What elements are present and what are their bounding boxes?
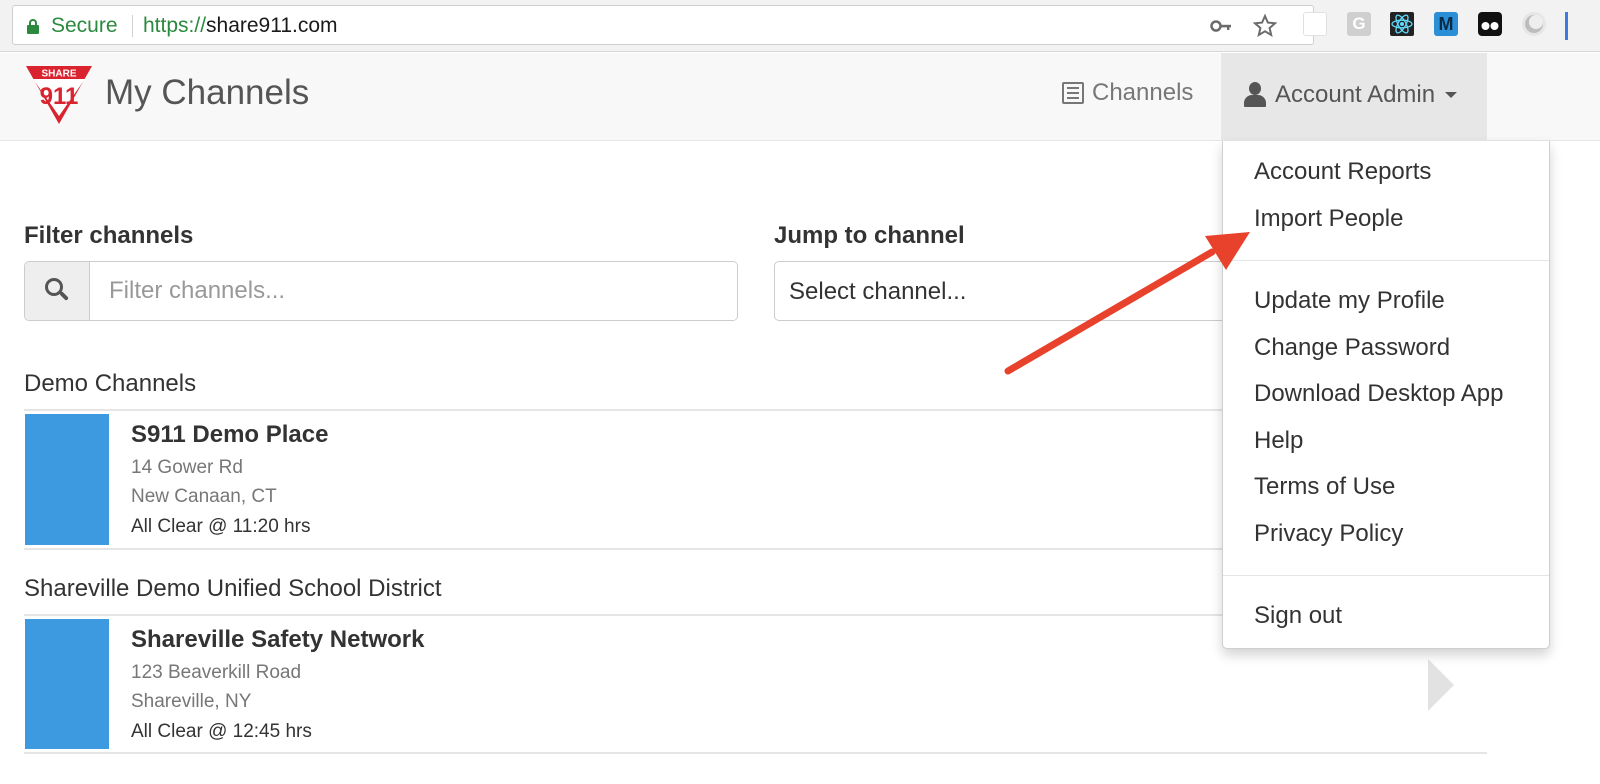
nav-channels-label: Channels [1092,79,1194,106]
jump-to-channel-select[interactable]: Select channel... [774,261,1234,321]
divider [24,752,1487,754]
menu-item-download-desktop-app[interactable]: Download Desktop App [1254,380,1504,408]
channel-address-line2: New Canaan, CT [131,486,277,507]
menu-divider [1223,260,1549,261]
search-addon [25,262,90,320]
key-icon[interactable] [1209,14,1233,43]
account-dropdown-menu: Account Reports Import People Update my … [1222,141,1550,649]
circle-extension-icon[interactable] [1522,12,1546,36]
logo-share-text: SHARE [41,69,76,80]
react-extension-icon[interactable] [1390,12,1414,36]
menu-item-help[interactable]: Help [1254,427,1303,455]
user-icon [1243,82,1267,108]
caret-down-icon [1445,92,1458,98]
channel-address-line2: Shareville, NY [131,691,252,712]
channel-name[interactable]: Shareville Safety Network [131,626,424,654]
browser-toolbar: Secure https://share911.com G M [0,0,1600,52]
channel-color-swatch [25,619,109,749]
logo-911-text: 911 [40,83,79,110]
g-extension-icon[interactable]: G [1347,12,1371,36]
blank-extension-icon[interactable] [1303,12,1327,36]
channel-color-swatch [25,414,109,545]
address-bar[interactable]: Secure https://share911.com [12,5,1314,45]
page-title: My Channels [105,73,310,112]
glasses-extension-icon[interactable] [1478,12,1502,36]
url-separator [132,15,133,37]
filter-channels-input[interactable] [91,262,737,320]
group-title: Shareville Demo Unified School District [24,575,442,602]
group-title: Demo Channels [24,370,197,397]
list-icon [1062,82,1084,104]
channel-name[interactable]: S911 Demo Place [131,421,328,449]
account-admin-label: Account Admin [1275,81,1436,108]
menu-item-change-password[interactable]: Change Password [1254,334,1450,362]
toolbar-edge [1565,12,1568,40]
m-extension-icon[interactable]: M [1434,12,1458,36]
secure-label: Secure [51,14,118,37]
channel-address-line1: 123 Beaverkill Road [131,662,302,683]
menu-item-import-people[interactable]: Import People [1254,205,1403,233]
menu-item-privacy-policy[interactable]: Privacy Policy [1254,520,1403,548]
chevron-right-icon[interactable] [1428,659,1454,711]
menu-divider [1223,575,1549,576]
search-icon [45,278,69,302]
menu-item-update-profile[interactable]: Update my Profile [1254,287,1445,315]
channel-status: All Clear @ 11:20 hrs [131,516,311,537]
lock-icon [27,19,39,34]
jump-to-channel-label: Jump to channel [774,222,965,249]
app-navbar: SHARE 911 My Channels Channels Account A… [0,53,1600,141]
jump-to-channel-value: Select channel... [789,278,967,305]
account-admin-menu[interactable]: Account Admin [1221,53,1487,141]
menu-item-terms-of-use[interactable]: Terms of Use [1254,473,1395,501]
share911-logo[interactable]: SHARE 911 [24,64,94,126]
url-text[interactable]: https://share911.com [143,14,338,38]
nav-channels-link[interactable]: Channels [1062,79,1193,107]
menu-item-sign-out[interactable]: Sign out [1254,602,1342,630]
channel-address-line1: 14 Gower Rd [131,457,243,478]
star-icon[interactable] [1252,13,1278,43]
filter-channels-label: Filter channels [24,222,194,249]
filter-channels-group [24,261,738,321]
channel-status: All Clear @ 12:45 hrs [131,721,312,742]
menu-item-account-reports[interactable]: Account Reports [1254,158,1431,186]
